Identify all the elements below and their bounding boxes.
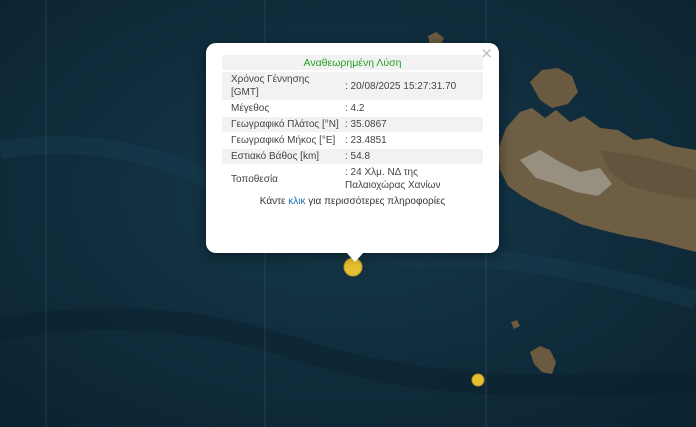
detail-row-location: Τοποθεσία : 24 Χλμ. ΝΔ της Παλαιοχώρας Χ…: [222, 165, 483, 193]
more-info-prefix: Κάντε: [259, 196, 289, 207]
detail-value: : 35.0867: [342, 117, 483, 132]
detail-label: Εστιακό Βάθος [km]: [222, 149, 342, 164]
detail-label: Μέγεθος: [222, 101, 342, 116]
detail-value: : 54.8: [342, 149, 483, 164]
detail-row-longitude: Γεωγραφικό Μήκος [°E] : 23.4851: [222, 133, 483, 148]
earthquake-info-popup: × Αναθεωρημένη Λύση Χρόνος Γέννησης [GMT…: [206, 43, 499, 262]
more-info-link[interactable]: κλικ: [288, 196, 305, 207]
detail-label: Τοποθεσία: [222, 165, 342, 193]
popup-title: Αναθεωρημένη Λύση: [222, 55, 483, 70]
detail-value: : 4.2: [342, 101, 483, 116]
earthquake-details-table: Χρόνος Γέννησης [GMT] : 20/08/2025 15:27…: [222, 71, 483, 194]
detail-row-latitude: Γεωγραφικό Πλάτος [°N] : 35.0867: [222, 117, 483, 132]
more-info-suffix: για περισσότερες πληροφορίες: [305, 196, 446, 207]
more-info-text: Κάντε κλικ για περισσότερες πληροφορίες: [222, 196, 483, 207]
detail-label: Χρόνος Γέννησης [GMT]: [222, 72, 342, 100]
popup-pointer: [346, 252, 364, 262]
detail-value: : 20/08/2025 15:27:31.70: [342, 72, 483, 100]
earthquake-marker[interactable]: [471, 373, 485, 387]
detail-row-origin-time: Χρόνος Γέννησης [GMT] : 20/08/2025 15:27…: [222, 72, 483, 100]
detail-row-magnitude: Μέγεθος : 4.2: [222, 101, 483, 116]
detail-value: : 24 Χλμ. ΝΔ της Παλαιοχώρας Χανίων: [342, 165, 483, 193]
close-icon[interactable]: ×: [480, 45, 493, 61]
detail-label: Γεωγραφικό Μήκος [°E]: [222, 133, 342, 148]
detail-value: : 23.4851: [342, 133, 483, 148]
detail-row-depth: Εστιακό Βάθος [km] : 54.8: [222, 149, 483, 164]
detail-label: Γεωγραφικό Πλάτος [°N]: [222, 117, 342, 132]
